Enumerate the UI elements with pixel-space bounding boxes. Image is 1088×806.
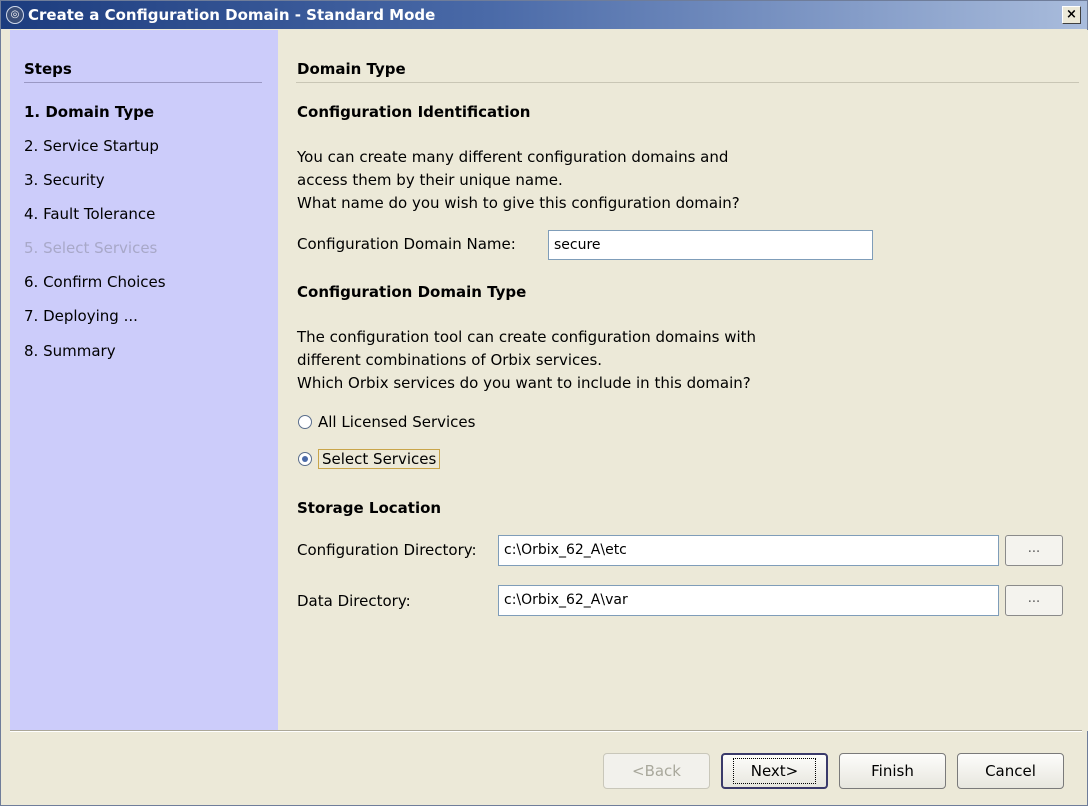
step-summary: 8. Summary (24, 342, 116, 360)
title-bar[interactable]: ◎ Create a Configuration Domain - Standa… (1, 1, 1087, 29)
select-services-radio[interactable]: Select Services (298, 449, 441, 469)
step-confirm-choices: 6. Confirm Choices (24, 273, 166, 291)
window-title: Create a Configuration Domain - Standard… (28, 6, 436, 24)
next-button-label: Next> (733, 758, 816, 784)
steps-divider (24, 82, 262, 83)
steps-heading: Steps (24, 60, 72, 78)
identification-line-1: You can create many different configurat… (297, 148, 729, 166)
data-directory-browse-button[interactable]: ... (1005, 585, 1063, 616)
select-services-label: Select Services (318, 449, 441, 469)
finish-button[interactable]: Finish (839, 753, 946, 789)
domain-type-line-3: Which Orbix services do you want to incl… (297, 374, 751, 392)
domain-type-line-1: The configuration tool can create config… (297, 328, 757, 346)
steps-sidebar (10, 30, 278, 731)
step-deploying: 7. Deploying ... (24, 307, 138, 325)
back-button[interactable]: <Back (603, 753, 710, 789)
domain-name-label: Configuration Domain Name: (297, 235, 516, 253)
config-directory-browse-button[interactable]: ... (1005, 535, 1063, 566)
domain-name-input[interactable]: secure (548, 230, 873, 260)
step-service-startup: 2. Service Startup (24, 137, 159, 155)
close-button[interactable]: × (1062, 6, 1081, 24)
title-divider (296, 82, 1079, 83)
all-licensed-services-radio[interactable]: All Licensed Services (298, 413, 475, 431)
next-button[interactable]: Next> (721, 753, 828, 789)
dialog-window: ◎ Create a Configuration Domain - Standa… (0, 0, 1088, 806)
config-directory-input[interactable]: c:\Orbix_62_A\etc (498, 535, 999, 566)
app-icon: ◎ (6, 6, 24, 24)
identification-line-2: access them by their unique name. (297, 171, 563, 189)
identification-line-3: What name do you wish to give this confi… (297, 194, 740, 212)
cancel-button[interactable]: Cancel (957, 753, 1064, 789)
identification-heading: Configuration Identification (297, 103, 531, 121)
domain-type-heading: Configuration Domain Type (297, 283, 527, 301)
data-directory-input[interactable]: c:\Orbix_62_A\var (498, 585, 999, 616)
data-directory-label: Data Directory: (297, 592, 411, 610)
step-select-services: 5. Select Services (24, 239, 158, 257)
radio-checked-icon (298, 452, 312, 466)
step-domain-type: 1. Domain Type (24, 103, 155, 121)
domain-type-line-2: different combinations of Orbix services… (297, 351, 603, 369)
storage-heading: Storage Location (297, 499, 442, 517)
radio-unchecked-icon (298, 415, 312, 429)
step-fault-tolerance: 4. Fault Tolerance (24, 205, 156, 223)
page-title: Domain Type (297, 60, 406, 78)
config-directory-label: Configuration Directory: (297, 541, 477, 559)
step-security: 3. Security (24, 171, 105, 189)
all-licensed-services-label: All Licensed Services (318, 413, 476, 431)
